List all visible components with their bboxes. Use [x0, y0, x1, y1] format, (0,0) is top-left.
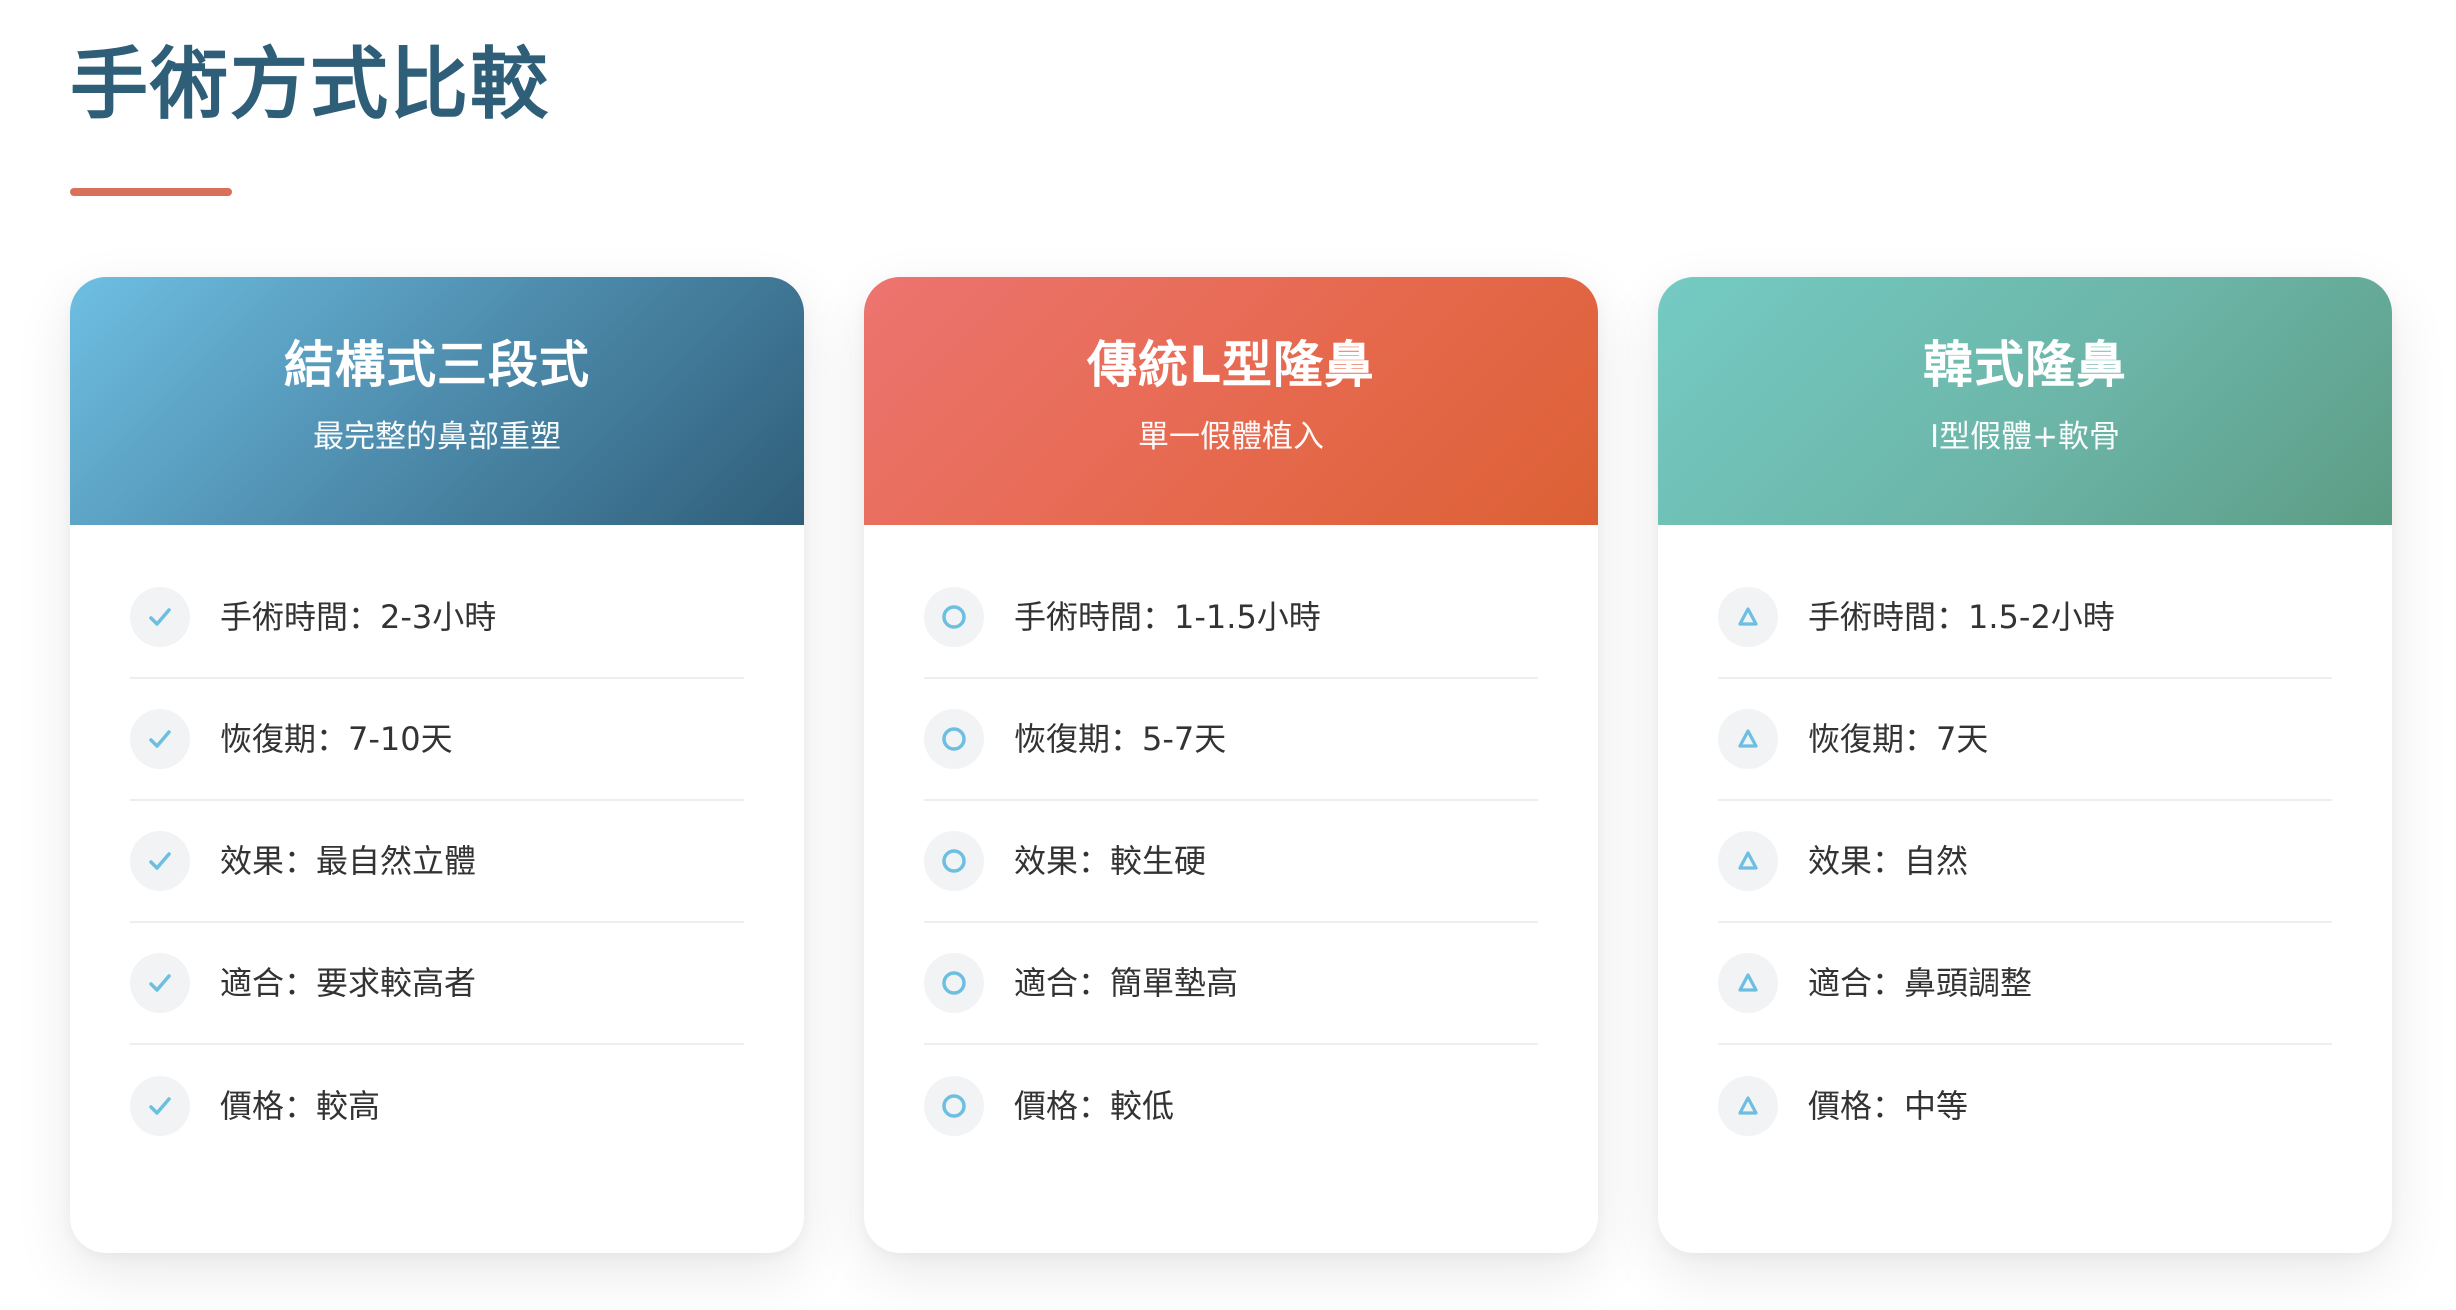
- list-item: 價格：中等: [1718, 1045, 2332, 1167]
- page-title: 手術方式比較: [70, 40, 551, 130]
- list-item-text: 效果：最自然立體: [220, 842, 477, 880]
- list-item-text: 手術時間：2-3小時: [220, 598, 497, 636]
- list-item: 恢復期：7-10天: [130, 679, 744, 801]
- circle-icon: [924, 831, 984, 891]
- triangle-icon: [1718, 587, 1778, 647]
- list-item: 手術時間：1.5-2小時: [1718, 557, 2332, 679]
- list-item: 恢復期：5-7天: [924, 679, 1538, 801]
- list-item-text: 恢復期：7-10天: [220, 720, 453, 758]
- list-item-text: 效果：較生硬: [1014, 842, 1207, 880]
- list-item: 適合：簡單墊高: [924, 923, 1538, 1045]
- list-item: 效果：較生硬: [924, 801, 1538, 923]
- list-item: 手術時間：1-1.5小時: [924, 557, 1538, 679]
- card-header: 結構式三段式 最完整的鼻部重塑: [70, 277, 804, 525]
- check-icon: [130, 1076, 190, 1136]
- card-title: 韓式隆鼻: [1923, 336, 2127, 394]
- check-icon: [130, 953, 190, 1013]
- list-item: 價格：較高: [130, 1045, 744, 1167]
- list-item-text: 適合：要求較高者: [220, 964, 477, 1002]
- card-header: 傳統L型隆鼻 單一假體植入: [864, 277, 1598, 525]
- circle-icon: [924, 587, 984, 647]
- list-item-text: 手術時間：1.5-2小時: [1808, 598, 2115, 636]
- list-item: 適合：要求較高者: [130, 923, 744, 1045]
- triangle-icon: [1718, 709, 1778, 769]
- card-subtitle: 單一假體植入: [1138, 419, 1324, 455]
- list-item-text: 價格：中等: [1808, 1087, 1969, 1125]
- check-icon: [130, 587, 190, 647]
- list-item-text: 適合：簡單墊高: [1014, 964, 1239, 1002]
- list-item-text: 手術時間：1-1.5小時: [1014, 598, 1321, 636]
- check-icon: [130, 709, 190, 769]
- list-item-text: 價格：較高: [220, 1087, 381, 1125]
- card-feature-list: 手術時間：2-3小時 恢復期：7-10天 效果：最自然立體 適合：要求較高者 價…: [70, 525, 804, 1167]
- list-item-text: 效果：自然: [1808, 842, 1969, 880]
- card-title: 傳統L型隆鼻: [1087, 336, 1375, 394]
- list-item: 效果：自然: [1718, 801, 2332, 923]
- card-traditional-l-shape: 傳統L型隆鼻 單一假體植入 手術時間：1-1.5小時 恢復期：5-7天 效果：較…: [864, 277, 1598, 1253]
- circle-icon: [924, 1076, 984, 1136]
- list-item-text: 適合：鼻頭調整: [1808, 964, 2033, 1002]
- list-item: 價格：較低: [924, 1045, 1538, 1167]
- list-item: 效果：最自然立體: [130, 801, 744, 923]
- card-structural-three-stage: 結構式三段式 最完整的鼻部重塑 手術時間：2-3小時 恢復期：7-10天 效果：…: [70, 277, 804, 1253]
- cards-container: 結構式三段式 最完整的鼻部重塑 手術時間：2-3小時 恢復期：7-10天 效果：…: [70, 277, 2392, 1253]
- check-icon: [130, 831, 190, 891]
- title-underline: [70, 188, 232, 196]
- list-item-text: 恢復期：7天: [1808, 720, 1989, 758]
- circle-icon: [924, 709, 984, 769]
- card-subtitle: 最完整的鼻部重塑: [313, 419, 561, 455]
- card-title: 結構式三段式: [284, 336, 590, 394]
- card-korean-style: 韓式隆鼻 I型假體+軟骨 手術時間：1.5-2小時 恢復期：7天 效果：自然 適…: [1658, 277, 2392, 1253]
- comparison-page: 手術方式比較 結構式三段式 最完整的鼻部重塑 手術時間：2-3小時 恢復期：7-…: [0, 0, 2456, 1310]
- circle-icon: [924, 953, 984, 1013]
- card-feature-list: 手術時間：1.5-2小時 恢復期：7天 效果：自然 適合：鼻頭調整 價格：中等: [1658, 525, 2392, 1167]
- card-feature-list: 手術時間：1-1.5小時 恢復期：5-7天 效果：較生硬 適合：簡單墊高 價格：…: [864, 525, 1598, 1167]
- list-item: 手術時間：2-3小時: [130, 557, 744, 679]
- list-item: 恢復期：7天: [1718, 679, 2332, 801]
- card-subtitle: I型假體+軟骨: [1929, 419, 2121, 455]
- list-item: 適合：鼻頭調整: [1718, 923, 2332, 1045]
- list-item-text: 恢復期：5-7天: [1014, 720, 1227, 758]
- triangle-icon: [1718, 1076, 1778, 1136]
- card-header: 韓式隆鼻 I型假體+軟骨: [1658, 277, 2392, 525]
- triangle-icon: [1718, 953, 1778, 1013]
- list-item-text: 價格：較低: [1014, 1087, 1175, 1125]
- triangle-icon: [1718, 831, 1778, 891]
